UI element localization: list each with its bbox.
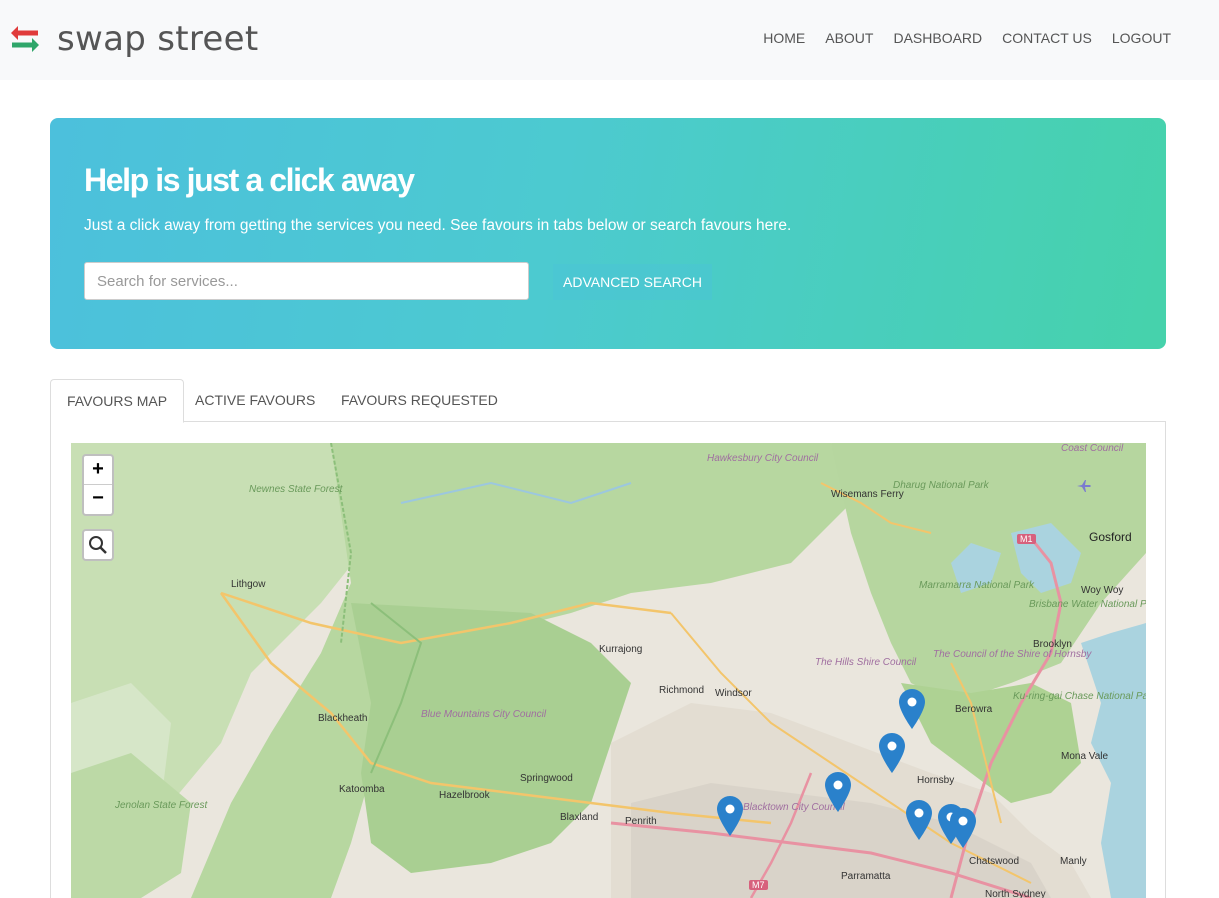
map-label-brooklyn: Brooklyn: [1033, 639, 1072, 650]
map-tiles: [71, 443, 1146, 898]
map-label-mona-vale: Mona Vale: [1061, 751, 1109, 762]
map-label-brisbane-water: Brisbane Water National Park: [1029, 599, 1146, 610]
map-marker[interactable]: [899, 689, 925, 729]
advanced-search-button[interactable]: ADVANCED SEARCH: [553, 264, 712, 300]
tab-active-favours[interactable]: ACTIVE FAVOURS: [179, 379, 331, 422]
map-label-hornsby-council: The Council of the Shire of Hornsby: [933, 649, 1092, 660]
brand[interactable]: swap street: [8, 14, 259, 64]
map-label-hills: The Hills Shire Council: [815, 657, 917, 668]
map-label-hornsby: Hornsby: [917, 775, 955, 786]
hero-banner: Help is just a click away Just a click a…: [50, 118, 1166, 349]
map-label-woywoy: Woy Woy: [1081, 585, 1124, 596]
map-label-kuringgai: Ku-ring-gai Chase National Park: [1013, 691, 1146, 702]
map-label-springwood: Springwood: [520, 773, 573, 784]
map-label-blaxland: Blaxland: [560, 812, 599, 823]
map-label-katoomba: Katoomba: [339, 784, 385, 795]
map-search-button[interactable]: [82, 529, 114, 561]
map-marker[interactable]: [717, 796, 743, 836]
zoom-in-button[interactable]: +: [84, 456, 112, 485]
nav-home[interactable]: HOME: [763, 30, 805, 46]
favour-tabs: FAVOURS MAP ACTIVE FAVOURS FAVOURS REQUE…: [50, 379, 1166, 423]
map-marker-icon: [879, 733, 905, 773]
swap-arrows-icon: [11, 26, 39, 52]
favours-map[interactable]: Hawkesbury City Council Newnes State For…: [71, 443, 1146, 898]
map-marker-icon: [906, 800, 932, 840]
map-marker[interactable]: [879, 733, 905, 773]
map-label-blackheath: Blackheath: [318, 713, 368, 724]
airport-icon: [1077, 480, 1091, 492]
map-label-chatswood: Chatswood: [969, 856, 1020, 867]
map-label-gosford: Gosford: [1089, 530, 1132, 544]
map-label-parramatta: Parramatta: [841, 871, 891, 882]
map-marker[interactable]: [950, 808, 976, 848]
nav-about[interactable]: ABOUT: [825, 30, 873, 46]
map-marker-icon: [717, 796, 743, 836]
map-label-kurrajong: Kurrajong: [599, 644, 643, 655]
map-label-dharug: Dharug National Park: [893, 480, 989, 491]
map-label-windsor: Windsor: [715, 688, 752, 699]
nav-logout[interactable]: LOGOUT: [1112, 30, 1171, 46]
hero-subtitle: Just a click away from getting the servi…: [84, 217, 792, 234]
map-label-coast-council: Coast Council: [1061, 443, 1124, 454]
hero-title: Help is just a click away: [84, 162, 415, 198]
map-label-m1: M1: [1017, 534, 1036, 544]
map-label-lithgow: Lithgow: [231, 579, 266, 590]
map-label-hawkesbury: Hawkesbury City Council: [707, 453, 819, 464]
magnifier-icon: [89, 536, 107, 554]
map-label-marramarra: Marramarra National Park: [919, 580, 1035, 591]
map-marker-icon: [899, 689, 925, 729]
map-label-blue-mountains: Blue Mountains City Council: [421, 709, 547, 720]
zoom-control: + −: [82, 454, 114, 516]
map-label-m7: M7: [749, 880, 768, 890]
map-label-newnes: Newnes State Forest: [249, 484, 343, 495]
nav-links: HOME ABOUT DASHBOARD CONTACT US LOGOUT: [743, 30, 1171, 46]
navbar: swap street HOME ABOUT DASHBOARD CONTACT…: [0, 0, 1219, 80]
map-marker-icon: [825, 772, 851, 812]
brand-name: swap street: [57, 19, 259, 59]
map-marker[interactable]: [906, 800, 932, 840]
map-label-north-sydney: North Sydney: [985, 889, 1046, 898]
search-input[interactable]: [84, 262, 529, 300]
map-label-manly: Manly: [1060, 856, 1087, 867]
map-label-jenolan: Jenolan State Forest: [115, 800, 208, 811]
nav-dashboard[interactable]: DASHBOARD: [893, 30, 982, 46]
tab-favours-requested[interactable]: FAVOURS REQUESTED: [325, 379, 514, 422]
tab-favours-map[interactable]: FAVOURS MAP: [50, 379, 185, 423]
map-label-richmond: Richmond: [659, 685, 705, 696]
map-label-berowra: Berowra: [955, 704, 993, 715]
map-label-hazelbrook: Hazelbrook: [439, 790, 490, 801]
nav-contact-us[interactable]: CONTACT US: [1002, 30, 1092, 46]
map-marker-icon: [950, 808, 976, 848]
map-marker[interactable]: [825, 772, 851, 812]
map-label-penrith: Penrith: [625, 816, 657, 827]
zoom-out-button[interactable]: −: [84, 485, 112, 514]
